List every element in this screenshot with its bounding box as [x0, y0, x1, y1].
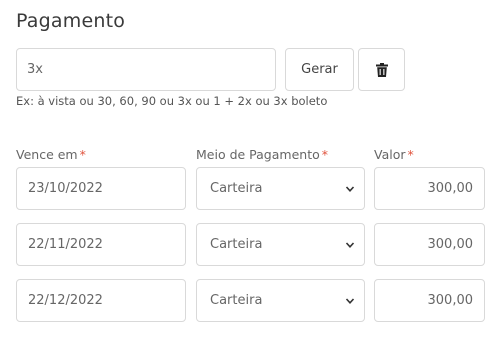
payment-method-value: Carteira [210, 181, 263, 196]
trash-icon [375, 62, 388, 77]
generate-button[interactable]: Gerar [285, 48, 354, 91]
amount-label: Valor * [374, 147, 414, 162]
payment-method-label: Meio de Pagamento * [196, 147, 328, 162]
due-date-label-text: Vence em [16, 147, 78, 162]
due-date-field[interactable]: 22/12/2022 [16, 279, 186, 322]
payment-method-label-text: Meio de Pagamento [196, 147, 320, 162]
installments-input[interactable] [16, 48, 276, 91]
due-date-field[interactable]: 22/11/2022 [16, 223, 186, 266]
required-marker: * [79, 147, 86, 162]
payment-method-value: Carteira [210, 293, 263, 308]
delete-button[interactable] [358, 48, 405, 91]
section-title: Pagamento [16, 10, 126, 32]
chevron-down-icon [345, 241, 355, 248]
amount-field[interactable]: 300,00 [374, 279, 485, 322]
amount-field[interactable]: 300,00 [374, 223, 485, 266]
payment-method-select[interactable]: Carteira [196, 223, 365, 266]
required-marker: * [321, 147, 328, 162]
payment-method-value: Carteira [210, 237, 263, 252]
chevron-down-icon [345, 185, 355, 192]
payment-method-select[interactable]: Carteira [196, 279, 365, 322]
due-date-label: Vence em * [16, 147, 86, 162]
chevron-down-icon [345, 297, 355, 304]
amount-field[interactable]: 300,00 [374, 167, 485, 210]
due-date-field[interactable]: 23/10/2022 [16, 167, 186, 210]
payment-method-select[interactable]: Carteira [196, 167, 365, 210]
installments-hint: Ex: à vista ou 30, 60, 90 ou 3x ou 1 + 2… [16, 94, 328, 108]
amount-label-text: Valor [374, 147, 406, 162]
required-marker: * [407, 147, 414, 162]
